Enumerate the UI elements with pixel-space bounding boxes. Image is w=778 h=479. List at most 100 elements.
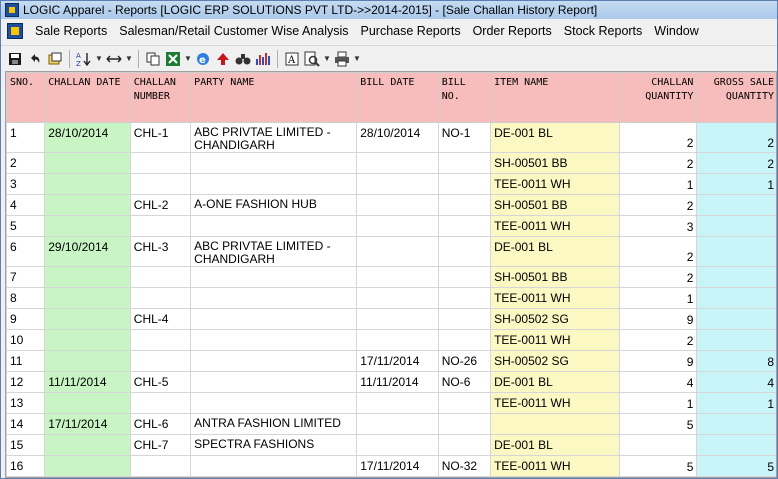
cell-bill-no[interactable] bbox=[437, 308, 492, 330]
cell-challan-number[interactable] bbox=[129, 266, 192, 288]
cell-item-name[interactable]: TEE-0011 WH bbox=[490, 215, 620, 237]
cell-item-name[interactable]: TEE-0011 WH bbox=[490, 173, 620, 195]
undo-icon[interactable] bbox=[25, 49, 45, 69]
cell-gross-sale-quantity[interactable]: 8 bbox=[696, 350, 776, 372]
cell-challan-date[interactable] bbox=[44, 215, 131, 237]
cell-item-name[interactable]: DE-001 BL bbox=[490, 371, 620, 393]
table-row[interactable]: 8 TEE-0011 WH 1 bbox=[6, 287, 776, 309]
browser-icon[interactable]: e bbox=[193, 49, 213, 69]
cell-bill-date[interactable] bbox=[356, 434, 439, 456]
cell-bill-date[interactable] bbox=[356, 392, 439, 414]
refresh-icon[interactable] bbox=[45, 49, 65, 69]
cell-item-name[interactable]: SH-00501 BB bbox=[490, 266, 620, 288]
cell-gross-sale-quantity[interactable] bbox=[696, 308, 776, 330]
cell-challan-quantity[interactable]: 1 bbox=[618, 392, 698, 414]
cell-bill-date[interactable] bbox=[356, 152, 439, 174]
cell-gross-sale-quantity[interactable]: 1 bbox=[696, 392, 776, 414]
cell-bill-date[interactable] bbox=[356, 215, 439, 237]
cell-bill-no[interactable] bbox=[437, 152, 492, 174]
table-row[interactable]: 6 29/10/2014 CHL-3 ABC PRIVTAE LIMITED -CHA… bbox=[6, 236, 776, 267]
cell-challan-number[interactable]: CHL-6 bbox=[129, 413, 192, 435]
column-header-bill-no[interactable]: BILL NO. bbox=[437, 72, 492, 123]
cell-challan-number[interactable] bbox=[129, 287, 192, 309]
table-row[interactable]: 5 TEE-0011 WH 3 bbox=[6, 215, 776, 237]
table-row[interactable]: 2 SH-00501 BB 2 2 bbox=[6, 152, 776, 174]
excel-icon[interactable] bbox=[163, 49, 183, 69]
chart-icon[interactable] bbox=[253, 49, 273, 69]
cell-challan-date[interactable] bbox=[44, 329, 131, 351]
table-row[interactable]: 11 17/11/2014 NO-26 SH-00502 SG 9 8 bbox=[6, 350, 776, 372]
report-grid[interactable]: SNO. CHALLAN DATE CHALLAN NUMBER PARTY N… bbox=[5, 71, 777, 478]
cell-party-name[interactable] bbox=[190, 350, 358, 372]
menu-window[interactable]: Window bbox=[648, 24, 704, 38]
cell-party-name[interactable] bbox=[190, 152, 358, 174]
cell-party-name[interactable]: A-ONE FASHION HUB bbox=[190, 194, 358, 216]
cell-challan-quantity[interactable]: 4 bbox=[618, 371, 698, 393]
cell-challan-quantity[interactable]: 2 bbox=[618, 152, 698, 174]
cell-challan-date[interactable]: 11/11/2014 bbox=[44, 371, 131, 393]
cell-bill-no[interactable]: NO-32 bbox=[437, 455, 492, 477]
cell-challan-number[interactable] bbox=[129, 329, 192, 351]
cell-item-name[interactable]: SH-00501 BB bbox=[490, 194, 620, 216]
column-width-dropdown-icon[interactable]: ▼ bbox=[124, 49, 134, 69]
cell-bill-date[interactable] bbox=[356, 236, 439, 267]
column-header-bill-date[interactable]: BILL DATE bbox=[356, 72, 439, 123]
cell-bill-date[interactable] bbox=[356, 266, 439, 288]
cell-challan-number[interactable]: CHL-5 bbox=[129, 371, 192, 393]
cell-sno[interactable]: 9 bbox=[6, 308, 46, 330]
cell-challan-date[interactable]: 29/10/2014 bbox=[44, 236, 131, 267]
cell-challan-date[interactable] bbox=[44, 455, 131, 477]
cell-challan-number[interactable]: CHL-2 bbox=[129, 194, 192, 216]
cell-bill-no[interactable]: NO-26 bbox=[437, 350, 492, 372]
print-icon[interactable] bbox=[332, 49, 352, 69]
cell-challan-quantity[interactable]: 2 bbox=[618, 266, 698, 288]
cell-challan-date[interactable] bbox=[44, 287, 131, 309]
cell-gross-sale-quantity[interactable]: 5 bbox=[696, 455, 776, 477]
cell-party-name[interactable]: ABC PRIVTAE LIMITED -CHANDIGARH bbox=[190, 122, 358, 153]
cell-party-name[interactable] bbox=[190, 215, 358, 237]
cell-challan-date[interactable] bbox=[44, 266, 131, 288]
cell-item-name[interactable]: DE-001 BL bbox=[490, 122, 620, 153]
cell-item-name[interactable]: SH-00501 BB bbox=[490, 152, 620, 174]
cell-bill-no[interactable] bbox=[437, 287, 492, 309]
cell-party-name[interactable]: SPECTRA FASHIONS bbox=[190, 434, 358, 456]
cell-party-name[interactable] bbox=[190, 329, 358, 351]
cell-challan-date[interactable]: 28/10/2014 bbox=[44, 122, 131, 153]
cell-challan-number[interactable] bbox=[129, 392, 192, 414]
cell-sno[interactable]: 15 bbox=[6, 434, 46, 456]
cell-bill-date[interactable]: 28/10/2014 bbox=[356, 122, 439, 153]
cell-challan-date[interactable] bbox=[44, 434, 131, 456]
cell-challan-quantity[interactable]: 2 bbox=[618, 329, 698, 351]
cell-sno[interactable]: 10 bbox=[6, 329, 46, 351]
table-row[interactable]: 10 TEE-0011 WH 2 bbox=[6, 329, 776, 351]
column-width-icon[interactable] bbox=[104, 49, 124, 69]
excel-dropdown-icon[interactable]: ▼ bbox=[183, 49, 193, 69]
cell-challan-quantity[interactable]: 3 bbox=[618, 215, 698, 237]
cell-challan-number[interactable] bbox=[129, 455, 192, 477]
cell-gross-sale-quantity[interactable]: 2 bbox=[696, 122, 776, 153]
cell-challan-quantity[interactable]: 2 bbox=[618, 236, 698, 267]
print-dropdown-icon[interactable]: ▼ bbox=[352, 49, 362, 69]
cell-party-name[interactable] bbox=[190, 455, 358, 477]
menu-order-reports[interactable]: Order Reports bbox=[467, 24, 558, 38]
menu-purchase-reports[interactable]: Purchase Reports bbox=[355, 24, 467, 38]
cell-party-name[interactable] bbox=[190, 173, 358, 195]
cell-gross-sale-quantity[interactable] bbox=[696, 329, 776, 351]
cell-bill-date[interactable] bbox=[356, 194, 439, 216]
cell-item-name[interactable]: SH-00502 SG bbox=[490, 350, 620, 372]
cell-bill-no[interactable]: NO-1 bbox=[437, 122, 492, 153]
cell-challan-number[interactable] bbox=[129, 152, 192, 174]
cell-party-name[interactable] bbox=[190, 266, 358, 288]
cell-bill-date[interactable]: 17/11/2014 bbox=[356, 455, 439, 477]
cell-party-name[interactable] bbox=[190, 392, 358, 414]
cell-sno[interactable]: 13 bbox=[6, 392, 46, 414]
cell-bill-no[interactable] bbox=[437, 434, 492, 456]
grand-total-row[interactable]: GRAND 4523 bbox=[6, 476, 776, 477]
cell-challan-number[interactable]: CHL-4 bbox=[129, 308, 192, 330]
cell-party-name[interactable]: ANTRA FASHION LIMITED bbox=[190, 413, 358, 435]
cell-bill-date[interactable] bbox=[356, 413, 439, 435]
cell-party-name[interactable]: ABC PRIVTAE LIMITED -CHANDIGARH bbox=[190, 236, 358, 267]
cell-gross-sale-quantity[interactable] bbox=[696, 287, 776, 309]
cell-item-name[interactable]: TEE-0011 WH bbox=[490, 392, 620, 414]
cell-challan-number[interactable]: CHL-3 bbox=[129, 236, 192, 267]
